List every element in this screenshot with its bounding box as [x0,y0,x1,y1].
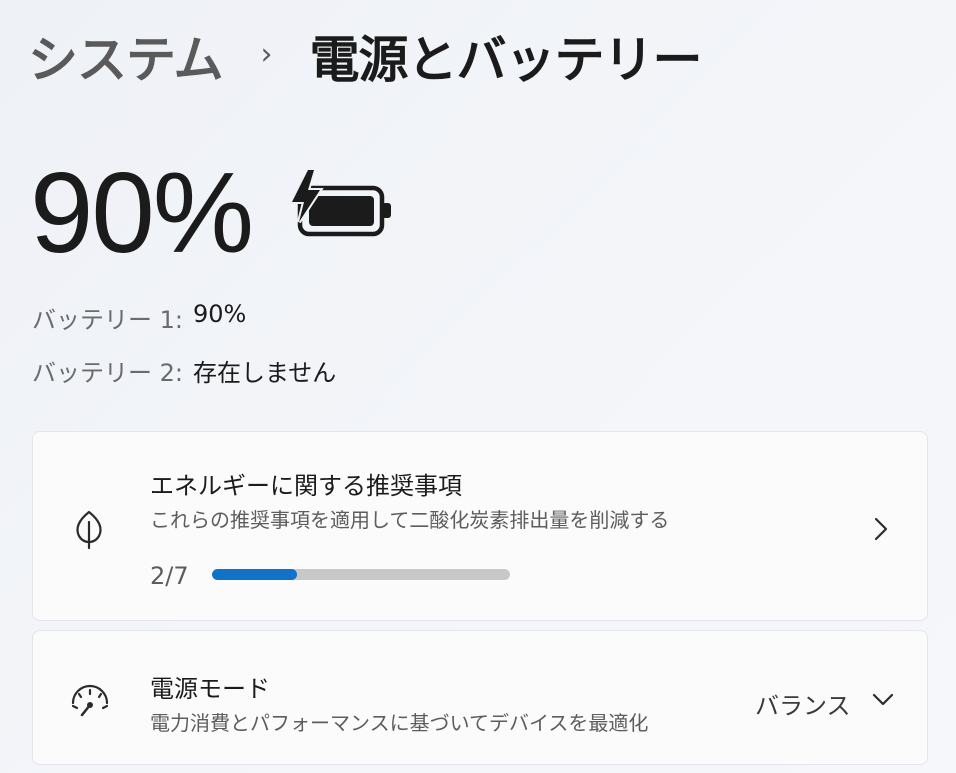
battery-1-value: 90% [192,300,247,328]
breadcrumb-parent-system[interactable]: システム [28,20,223,92]
energy-progress-fill [212,569,298,580]
battery-percentage: 90% [30,150,254,277]
battery-2-label: バッテリー 2: [32,359,183,387]
page-title: 電源とバッテリー [309,31,703,89]
energy-recommendations-card[interactable]: エネルギーに関する推奨事項 これらの推奨事項を適用して二酸化炭素排出量を削減する… [32,431,928,621]
battery-1-label: バッテリー 1: [32,306,183,334]
battery-charging-icon [288,168,391,237]
breadcrumb-separator-icon: › [260,36,273,72]
energy-progress-count: 2/7 [150,562,189,590]
leaf-icon [76,510,102,550]
energy-progress-bar [212,569,510,580]
energy-card-title: エネルギーに関する推奨事項 [150,472,462,500]
energy-card-subtitle: これらの推奨事項を適用して二酸化炭素排出量を削減する [150,508,670,532]
power-mode-card: 電源モード 電力消費とパフォーマンスに基づいてデバイスを最適化 バランス [32,630,928,765]
breadcrumb: システム › 電源とバッテリー [28,20,703,92]
power-mode-subtitle: 電力消費とパフォーマンスに基づいてデバイスを最適化 [150,711,649,735]
power-mode-dropdown[interactable]: バランス [755,686,851,721]
gauge-icon [71,684,109,717]
power-mode-title: 電源モード [150,675,270,703]
battery-2-value: 存在しません [192,359,337,387]
battery-1-row: バッテリー 1: 90% [32,300,246,335]
chevron-down-icon[interactable] [871,691,895,707]
chevron-right-icon [874,517,888,541]
battery-2-row: バッテリー 2: 存在しません [32,353,336,388]
